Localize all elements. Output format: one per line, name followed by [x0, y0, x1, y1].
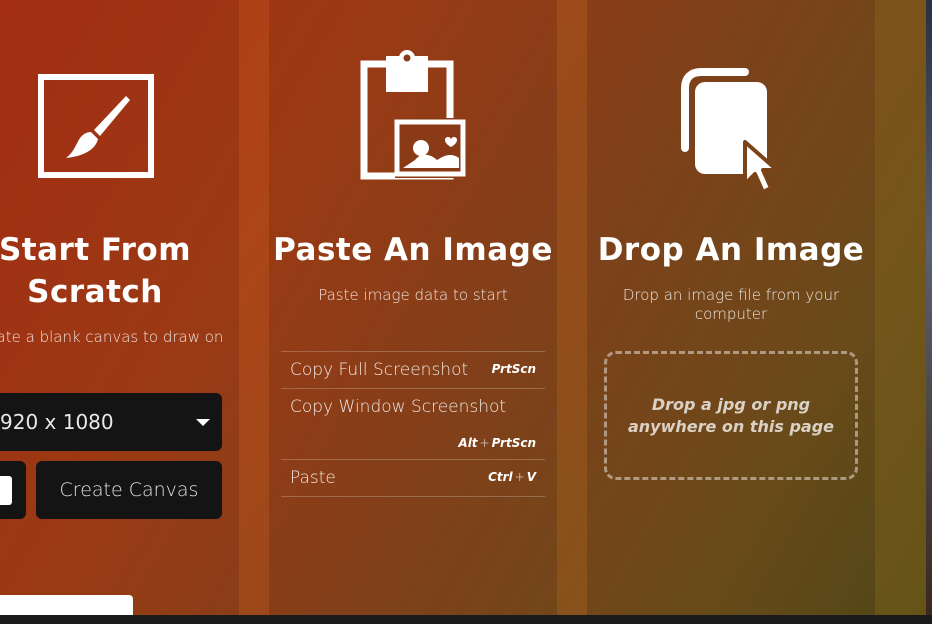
paste-subtitle: Paste image data to start — [318, 286, 508, 304]
paste-panel: Paste An Image Paste image data to start… — [269, 0, 557, 615]
background-edge — [926, 0, 932, 615]
create-canvas-button[interactable]: Create Canvas — [36, 461, 222, 519]
shortcut-row[interactable]: Paste Ctrl + V — [281, 460, 545, 497]
file-cursor-icon — [679, 68, 785, 204]
drop-panel: Drop An Image Drop an image file from yo… — [587, 0, 875, 615]
paintbrush-canvas-icon — [38, 74, 154, 182]
shortcut-key: PrtScn — [491, 362, 536, 376]
column-divider — [239, 0, 269, 615]
drop-title: Drop An Image — [597, 232, 865, 268]
taskbar — [0, 615, 932, 624]
scratch-title: Start From Scratch — [0, 232, 192, 310]
paste-title: Paste An Image — [273, 232, 553, 268]
canvas-size-select[interactable]: 920 x 1080 — [0, 393, 222, 451]
drop-subtitle: Drop an image file from your computer — [622, 286, 840, 323]
scratch-panel: Start From Scratch ate a blank canvas to… — [0, 0, 239, 624]
scratch-subtitle: ate a blank canvas to draw on — [0, 328, 224, 346]
drop-zone[interactable]: Drop a jpg or png anywhere on this page — [604, 351, 858, 480]
shortcut-row[interactable]: Copy Window Screenshot Alt + PrtScn — [281, 389, 545, 460]
column-divider — [875, 0, 926, 615]
clipboard-image-icon — [359, 48, 469, 184]
shortcut-label: Copy Window Screenshot — [290, 397, 507, 417]
column-divider — [557, 0, 587, 615]
canvas-size-value: 920 x 1080 — [0, 410, 114, 434]
chevron-down-icon — [196, 419, 210, 426]
shortcut-key: Ctrl + V — [488, 470, 536, 484]
shortcut-list: Copy Full Screenshot PrtScn Copy Window … — [281, 351, 545, 497]
shortcut-row[interactable]: Copy Full Screenshot PrtScn — [281, 352, 545, 389]
shortcut-key: Alt + PrtScn — [458, 436, 536, 450]
color-swatch — [0, 476, 12, 505]
